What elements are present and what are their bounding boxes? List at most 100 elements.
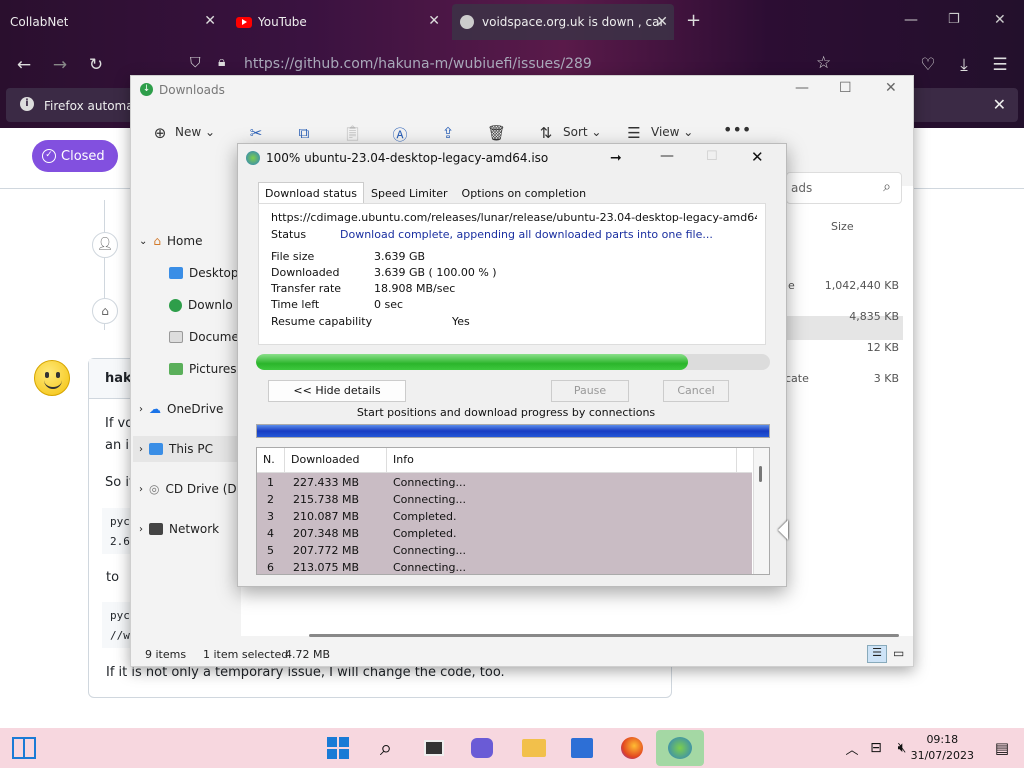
maximize-icon[interactable]: ☐: [839, 80, 852, 96]
time-left-label: Time left: [271, 298, 320, 311]
taskbar: ⌕ ︿ ⊟ 🔇︎ 09:18 31/07/2023 ▤: [0, 728, 1024, 768]
file-size: 4,835 KB: [849, 310, 899, 323]
idm-taskbar-icon[interactable]: [666, 734, 694, 762]
close-tab-icon[interactable]: ✕: [204, 13, 216, 29]
clock[interactable]: 09:18 31/07/2023: [911, 732, 974, 764]
cursor-icon: [768, 520, 788, 540]
tab-youtube[interactable]: YouTube ✕: [228, 0, 446, 44]
connection-cell: Completed.: [393, 510, 457, 523]
new-tab-icon[interactable]: +: [686, 10, 701, 31]
widgets-icon[interactable]: [10, 734, 38, 762]
arrow-icon: ➞: [610, 150, 622, 166]
connection-cell: Connecting...: [393, 561, 466, 574]
nav-network[interactable]: › Network: [139, 522, 219, 536]
close-tab-icon[interactable]: ✕: [428, 13, 440, 29]
chat-icon[interactable]: [468, 734, 496, 762]
minimize-icon[interactable]: —: [904, 12, 918, 28]
rename-icon[interactable]: Ⓐ: [391, 124, 409, 144]
nav-desktop[interactable]: Desktop: [169, 266, 239, 280]
close-icon[interactable]: ✕: [885, 80, 897, 96]
file-size: 12 KB: [866, 341, 899, 354]
close-icon[interactable]: ✕: [751, 148, 764, 166]
task-view-icon[interactable]: [420, 734, 448, 762]
downloaded-value: 3.639 GB ( 100.00 % ): [374, 266, 497, 279]
close-tab-icon[interactable]: ✕: [656, 14, 668, 30]
avatar[interactable]: [34, 360, 70, 396]
close-window-icon[interactable]: ✕: [994, 12, 1006, 28]
vertical-scrollbar[interactable]: [753, 448, 769, 574]
paste-icon[interactable]: 📋︎: [343, 124, 362, 142]
column-header-n[interactable]: N.: [257, 448, 285, 472]
nav-documents[interactable]: Documen: [169, 330, 246, 344]
more-options-icon[interactable]: •••: [723, 120, 751, 139]
nav-downloads[interactable]: Downlo: [169, 298, 233, 312]
pause-button[interactable]: Pause: [551, 380, 629, 402]
shield-icon[interactable]: ⛉: [190, 55, 201, 71]
nav-home[interactable]: ⌄ ⌂ Home: [139, 234, 202, 248]
search-input[interactable]: ads ⌕: [786, 172, 902, 204]
forward-icon[interactable]: →: [48, 53, 72, 77]
column-header-downloaded[interactable]: Downloaded: [285, 448, 387, 472]
view-icon[interactable]: ☰: [625, 124, 643, 142]
sort-button[interactable]: Sort ⌄: [563, 125, 601, 139]
youtube-icon: [236, 16, 252, 28]
new-icon[interactable]: ⊕: [151, 124, 169, 142]
menu-icon[interactable]: ☰: [988, 53, 1012, 77]
nav-cd-drive[interactable]: › ◎ CD Drive (D: [139, 482, 237, 496]
downloads-icon[interactable]: ⤓: [952, 53, 976, 77]
view-button[interactable]: View ⌄: [651, 125, 693, 139]
transfer-rate-value: 18.908 MB/sec: [374, 282, 456, 295]
tab-voidspace[interactable]: voidspace.org.uk is down , canı ✕: [452, 4, 674, 40]
horizontal-scrollbar[interactable]: [309, 634, 899, 637]
minimize-icon[interactable]: —: [795, 80, 809, 96]
file-explorer-icon[interactable]: [520, 734, 548, 762]
bookmark-star-icon[interactable]: ☆: [816, 53, 831, 73]
network-icon[interactable]: ⊟: [862, 734, 890, 762]
tab-options-on-completion[interactable]: Options on completion: [455, 182, 594, 204]
download-progress-bar: [256, 354, 770, 370]
share-icon[interactable]: ⇪: [439, 124, 457, 142]
tab-speed-limiter[interactable]: Speed Limiter: [364, 182, 455, 204]
tiles-view-icon[interactable]: ▭: [893, 646, 904, 660]
comment-author[interactable]: hak: [105, 371, 132, 386]
window-title: Downloads: [159, 83, 225, 97]
details-view-icon[interactable]: ☰: [867, 645, 887, 663]
tab-download-status[interactable]: Download status: [258, 182, 364, 204]
reload-icon[interactable]: ↻: [84, 53, 108, 77]
status-bar: 9 items 1 item selected 4.72 MB ☰ ▭: [131, 644, 913, 666]
scroll-thumb[interactable]: [759, 466, 762, 482]
firefox-icon[interactable]: [618, 734, 646, 762]
connections-table: N. Downloaded Info 1 227.433 MB Connecting…: [256, 447, 770, 575]
nav-pictures[interactable]: Pictures: [169, 362, 237, 376]
close-notice-icon[interactable]: ✕: [993, 95, 1006, 114]
document-icon: [169, 331, 183, 343]
connection-cell: 2: [267, 493, 274, 506]
back-icon[interactable]: ←: [12, 53, 36, 77]
column-header-info[interactable]: Info: [387, 448, 737, 472]
nav-onedrive[interactable]: › ☁ OneDrive: [139, 402, 223, 416]
resume-capability-value: Yes: [452, 315, 470, 328]
delete-icon[interactable]: 🗑︎: [487, 124, 506, 142]
dialog-title: 100% ubuntu-23.04-desktop-legacy-amd64.i…: [266, 151, 549, 165]
tab-collabnet[interactable]: CollabNet ✕: [0, 0, 222, 44]
hide-details-button[interactable]: << Hide details: [268, 380, 406, 402]
pocket-icon[interactable]: ♡: [916, 53, 940, 77]
nav-this-pc[interactable]: › This PC: [139, 442, 213, 456]
notifications-icon[interactable]: ▤: [988, 734, 1016, 762]
size-column-header[interactable]: Size: [831, 220, 911, 233]
sort-icon[interactable]: ⇅: [537, 124, 555, 142]
restore-icon[interactable]: ❐: [948, 12, 960, 27]
search-icon[interactable]: ⌕: [372, 734, 400, 762]
file-type: le: [785, 279, 795, 292]
closed-status-badge: ✓ Closed: [32, 140, 118, 172]
person-icon: 👤︎: [92, 232, 118, 258]
cut-icon[interactable]: ✂: [247, 124, 265, 142]
copy-icon[interactable]: ⧉: [295, 124, 313, 142]
start-icon[interactable]: [324, 734, 352, 762]
cancel-button[interactable]: Cancel: [663, 380, 729, 402]
search-placeholder: ads: [791, 181, 813, 195]
file-size: 3 KB: [873, 372, 899, 385]
minimize-icon[interactable]: —: [660, 148, 674, 164]
store-icon[interactable]: [568, 734, 596, 762]
new-button[interactable]: New ⌄: [175, 125, 215, 139]
